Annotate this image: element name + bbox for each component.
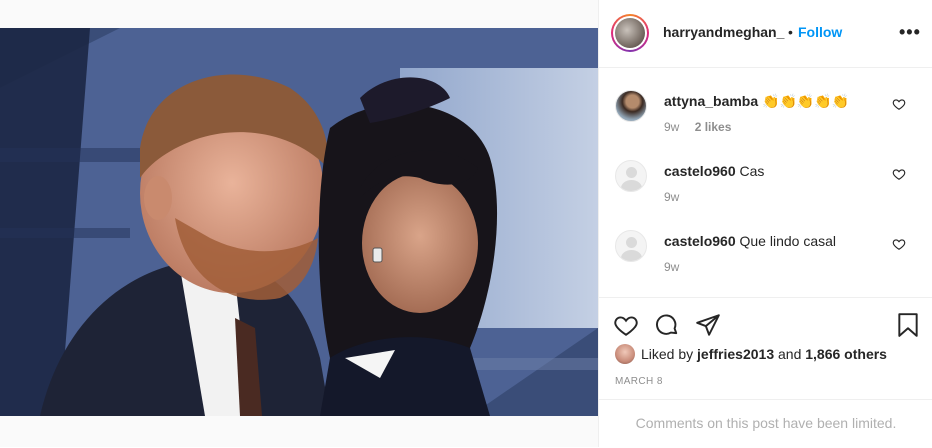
comment-heart-icon[interactable] (892, 97, 906, 111)
comment-heart-icon[interactable] (892, 167, 906, 181)
comment-item: castelo960 Que lindo casal 9w (599, 230, 932, 298)
liked-by-others[interactable]: 1,866 others (805, 346, 887, 362)
liker-avatar[interactable] (615, 344, 635, 364)
comment-meta: 9w 2 likes (664, 120, 743, 134)
author-avatar[interactable] (611, 14, 649, 52)
post-photo[interactable] (0, 28, 598, 416)
post-header: harryandmeghan_ • Follow ••• (599, 0, 932, 68)
comment-item: castelo960 Cas 9w (599, 160, 932, 228)
commenter-avatar[interactable] (615, 90, 647, 122)
comment-body: Que lindo casal (739, 233, 837, 249)
comment-text-line: castelo960 Que lindo casal (664, 232, 836, 250)
comment-text-line: castelo960 Cas (664, 162, 764, 180)
follow-button[interactable]: Follow (798, 24, 842, 40)
liked-by-prefix: Liked by (641, 346, 694, 362)
more-icon[interactable]: ••• (899, 22, 921, 43)
comment-icon[interactable] (654, 312, 680, 338)
heart-icon[interactable] (613, 312, 639, 338)
commenter-username[interactable]: attyna_bamba (664, 93, 758, 109)
comments-limited-notice: Comments on this post have been limited. (599, 399, 932, 448)
comment-time[interactable]: 9w (664, 260, 679, 274)
commenter-username[interactable]: castelo960 (664, 163, 736, 179)
comment-heart-icon[interactable] (892, 237, 906, 251)
comment-text-line: attyna_bamba 👏👏👏👏👏 (664, 92, 849, 110)
commenter-avatar[interactable] (615, 230, 647, 262)
comment-time[interactable]: 9w (664, 120, 679, 134)
post-date[interactable]: MARCH 8 (615, 376, 663, 387)
separator-dot: • (788, 24, 793, 40)
comment-meta: 9w (664, 260, 691, 274)
comment-likes[interactable]: 2 likes (695, 120, 732, 134)
comment-body: 👏👏👏👏👏 (762, 93, 850, 109)
post-side-panel: harryandmeghan_ • Follow ••• attyna_bamb… (598, 0, 932, 447)
comment-meta: 9w (664, 190, 691, 204)
liked-by-joiner: and (778, 346, 802, 362)
bookmark-icon[interactable] (895, 312, 921, 338)
commenter-avatar[interactable] (615, 160, 647, 192)
photo-illustration (0, 28, 598, 416)
comment-time[interactable]: 9w (664, 190, 679, 204)
comment-body: Cas (739, 163, 765, 179)
avatar-image (615, 18, 645, 48)
liked-by-text: Liked by jeffries2013 and 1,866 others (641, 346, 887, 362)
author-username[interactable]: harryandmeghan_ (663, 24, 784, 40)
post-actions: Liked by jeffries2013 and 1,866 others M… (599, 297, 932, 447)
comment-item: attyna_bamba 👏👏👏👏👏 9w 2 likes (599, 90, 932, 158)
liked-by-user[interactable]: jeffries2013 (697, 346, 774, 362)
share-icon[interactable] (695, 312, 721, 338)
commenter-username[interactable]: castelo960 (664, 233, 736, 249)
post-media-area (0, 0, 598, 447)
